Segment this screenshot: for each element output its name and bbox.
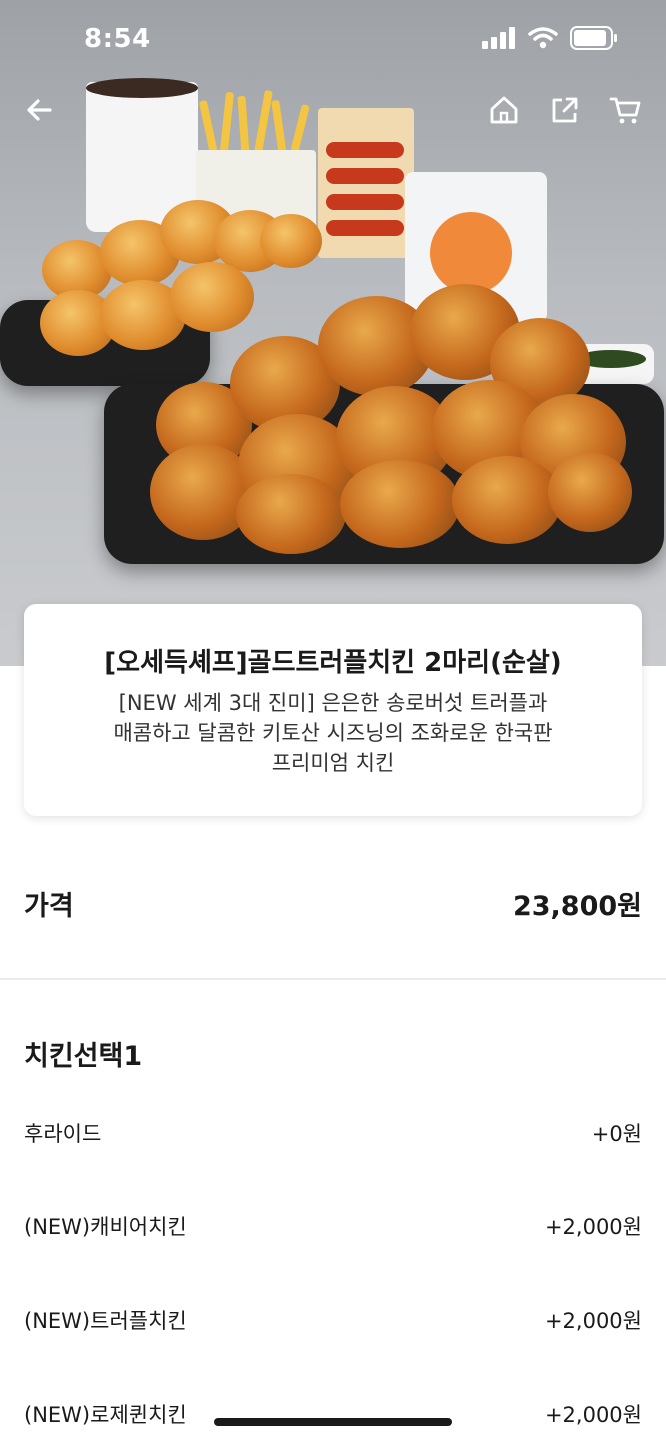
back-arrow-icon [27,99,52,121]
option-name: (NEW)트러플치킨 [24,1309,187,1333]
top-navigation [0,88,666,136]
share-icon [552,97,578,123]
description-line: [NEW 세계 3대 진미] 은은한 송로버섯 트러플과 [118,691,548,715]
home-button[interactable] [484,88,524,132]
price-value: 23,800원 [512,891,642,922]
product-title: [오세득셰프]골드트러플치킨 2마리(순살) [104,648,562,678]
home-icon [490,96,518,124]
option-name: (NEW)캐비어치킨 [24,1215,187,1239]
option-item[interactable]: 후라이드 +0원 [24,1112,642,1152]
option-price: +0원 [591,1122,642,1146]
option-name: 후라이드 [24,1122,102,1146]
option-name: (NEW)로제퀸치킨 [24,1403,187,1427]
back-button[interactable] [20,88,60,132]
option-price: +2,000원 [544,1403,642,1427]
description-line: 매콤하고 달콤한 키토산 시즈닝의 조화로운 한국판 [113,721,553,745]
description-line: 프리미엄 치킨 [271,751,395,775]
option-price: +2,000원 [544,1215,642,1239]
share-button[interactable] [545,88,585,132]
home-indicator[interactable] [214,1418,452,1426]
battery-icon [570,26,618,54]
price-row: 가격 23,800원 [24,884,642,928]
option-price: +2,000원 [544,1309,642,1333]
status-time: 8:54 [84,24,151,54]
product-info-card: [오세득셰프]골드트러플치킨 2마리(순살) [NEW 세계 3대 진미] 은은… [24,604,642,816]
price-label: 가격 [24,891,74,922]
signal-icon [482,27,516,53]
cart-icon [609,97,641,124]
option-item[interactable]: (NEW)로제퀸치킨 +2,000원 [24,1393,642,1433]
product-image: 8:54 [0,0,666,666]
product-description: [NEW 세계 3대 진미] 은은한 송로버섯 트러플과 매콤하고 달콤한 키토… [64,688,602,778]
wifi-icon [528,27,558,53]
option-item[interactable]: (NEW)트러플치킨 +2,000원 [24,1299,642,1339]
section-divider [0,978,666,980]
option-item[interactable]: (NEW)캐비어치킨 +2,000원 [24,1205,642,1245]
status-bar: 8:54 [0,0,666,80]
cart-button[interactable] [606,88,646,132]
option-group-title: 치킨선택1 [24,1041,143,1072]
